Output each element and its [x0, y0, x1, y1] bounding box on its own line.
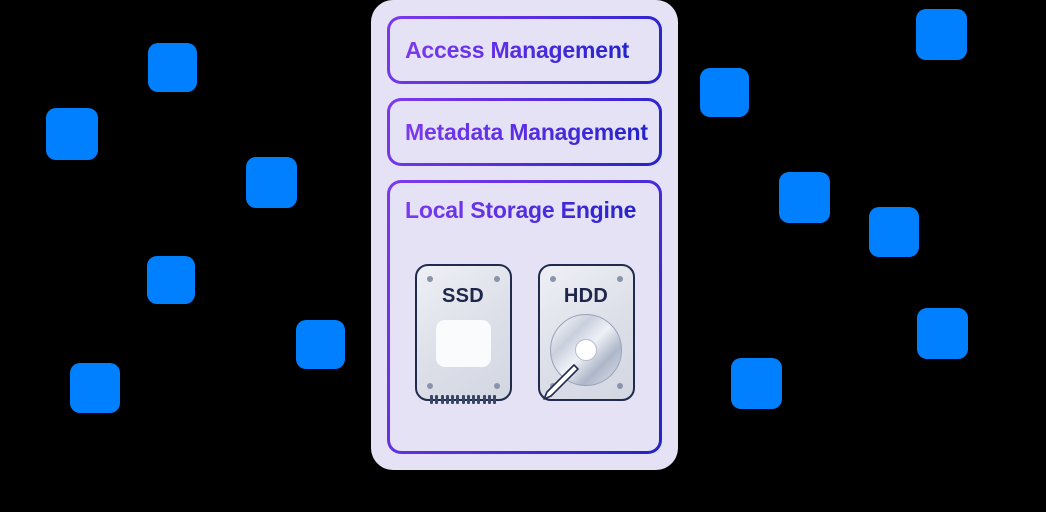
local-storage-engine-title-row: Local Storage Engine [405, 197, 644, 224]
ssd-pin [472, 395, 475, 404]
decorative-square [147, 256, 195, 304]
ssd-pin [487, 395, 491, 404]
decorative-square [70, 363, 120, 413]
ssd-drive-card[interactable]: SSD [414, 264, 512, 404]
hdd-spindle-hub-icon [575, 339, 597, 361]
decorative-square [779, 172, 830, 223]
decorative-square [296, 320, 345, 369]
ssd-pin [451, 395, 454, 404]
ssd-pin [461, 395, 465, 404]
metadata-management-box[interactable]: Metadata Management [387, 98, 662, 166]
metadata-management-label: Metadata Management [405, 118, 648, 145]
drive-group: SSD HDD [405, 230, 644, 435]
screw-icon [426, 383, 433, 389]
access-management-label: Access Management [405, 36, 630, 63]
screw-icon [549, 383, 556, 389]
hdd-platter-icon [550, 314, 622, 386]
ssd-chip-icon [435, 320, 491, 367]
decorative-square [46, 108, 98, 160]
screw-icon [493, 383, 500, 389]
ssd-pin [493, 395, 496, 404]
decorative-square [916, 9, 967, 60]
local-storage-engine-box[interactable]: Local Storage Engine SSD HDD [387, 180, 662, 454]
storage-node-panel: Access Management Metadata Management Lo… [371, 0, 678, 470]
ssd-pin [482, 395, 486, 404]
local-storage-engine-label: Local Storage Engine [405, 197, 637, 223]
screw-icon [493, 276, 500, 282]
screw-icon [616, 276, 623, 282]
diagram-canvas: Access Management Metadata Management Lo… [0, 0, 1046, 512]
hdd-label: HDD [563, 285, 609, 307]
ssd-label: SSD [441, 285, 485, 307]
decorative-square [246, 157, 297, 208]
decorative-square [917, 308, 968, 359]
hdd-drive-card[interactable]: HDD [537, 264, 635, 401]
ssd-pin [430, 395, 433, 404]
screw-icon [426, 276, 433, 282]
ssd-pin [445, 395, 449, 404]
access-management-box[interactable]: Access Management [387, 16, 662, 84]
screw-icon [549, 276, 556, 282]
decorative-square [148, 43, 197, 92]
screw-icon [616, 383, 623, 389]
ssd-pin [456, 395, 460, 404]
decorative-square [869, 207, 919, 257]
decorative-square [700, 68, 749, 117]
ssd-pin [440, 395, 444, 404]
ssd-pin [435, 395, 439, 404]
decorative-square [731, 358, 782, 409]
ssd-connector-pins-icon [430, 395, 496, 404]
ssd-pin [477, 395, 481, 404]
ssd-pin [466, 395, 470, 404]
